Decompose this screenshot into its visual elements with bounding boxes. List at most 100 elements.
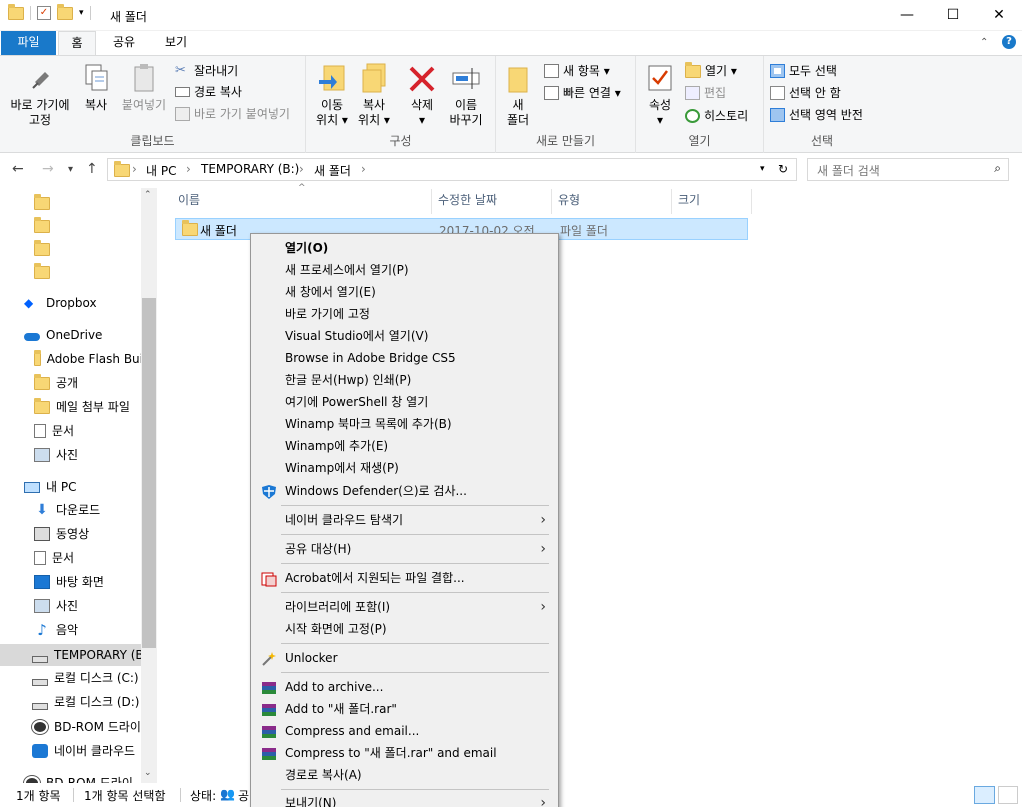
paste-shortcut-button[interactable]: 바로 가기 붙여넣기 [175,104,290,124]
menu-open-new-window[interactable]: 새 창에서 열기(E) [253,281,556,303]
menu-acrobat-combine[interactable]: Acrobat에서 지원되는 파일 결합... [253,567,556,589]
menu-open-new-process[interactable]: 새 프로세스에서 열기(P) [253,259,556,281]
menu-pin-quick-access[interactable]: 바로 가기에 고정 [253,303,556,325]
breadcrumb-this-pc[interactable]: 내 PC [146,162,176,179]
nav-onedrive-item[interactable]: 문서 [0,420,143,442]
tab-share[interactable]: 공유 [104,31,144,55]
breadcrumb-folder[interactable]: 새 폴더 [314,162,351,179]
menu-open-visual-studio[interactable]: Visual Studio에서 열기(V) [253,325,556,347]
invert-selection-button[interactable]: 선택 영역 반전 [770,105,863,125]
nav-dropbox[interactable]: ◆ Dropbox [0,292,143,314]
menu-include-library[interactable]: 라이브러리에 포함(I) › [253,596,556,618]
details-view-icon[interactable] [974,786,995,804]
menu-hwp-print[interactable]: 한글 문서(Hwp) 인쇄(P) [253,369,556,391]
nav-pc-item[interactable]: 로컬 디스크 (C:) [0,667,143,689]
nav-pc-item[interactable]: BD-ROM 드라이 [0,716,143,738]
move-to-button[interactable]: 이동 위치 ▾ [314,62,350,128]
menu-windows-defender[interactable]: Windows Defender(으)로 검사... [253,480,556,502]
search-icon[interactable]: ⌕ [994,161,1001,176]
properties-button[interactable]: 속성 ▾ [642,62,678,128]
menu-copy-as-path[interactable]: 경로로 복사(A) [253,764,556,786]
nav-pc-item[interactable]: 문서 [0,547,143,569]
open-button[interactable]: 열기 ▾ [685,61,737,81]
nav-pc-item[interactable]: 동영상 [0,523,143,545]
menu-winamp-bookmark[interactable]: Winamp 북마크 목록에 추가(B) [253,413,556,435]
nav-pc-item[interactable]: ⬇ 다운로드 [0,499,143,521]
address-bar[interactable]: › 내 PC › TEMPORARY (B:) › 새 폴더 › ▾ ↻ [107,158,797,181]
menu-winamp-play[interactable]: Winamp에서 재생(P) [253,457,556,479]
customize-qat-icon[interactable]: ▾ [79,8,84,18]
back-button[interactable]: ← [12,161,24,177]
select-all-button[interactable]: 모두 선택 [770,61,837,81]
nav-pc-item[interactable]: BD-ROM 드라이 [0,772,143,783]
menu-open[interactable]: 열기(O) [253,237,556,259]
refresh-icon[interactable]: ↻ [778,162,788,176]
menu-share-with[interactable]: 공유 대상(H) › [253,538,556,560]
search-input[interactable]: 새 폴더 검색 ⌕ [807,158,1009,181]
up-button[interactable]: ↑ [86,161,98,177]
large-icons-view-icon[interactable] [998,786,1018,804]
menu-naver-cloud[interactable]: 네이버 클라우드 탐색기 › [253,509,556,531]
copy-path-button[interactable]: 경로 복사 [175,82,242,102]
menu-add-archive[interactable]: Add to archive... [253,676,556,698]
nav-quick-folder[interactable] [0,215,143,237]
column-header-size[interactable]: 크기 [672,189,752,214]
scroll-down-arrow-icon[interactable]: ⌄ [144,768,152,778]
copy-button[interactable]: 복사 [78,62,114,113]
nav-onedrive-item[interactable]: 사진 [0,444,143,466]
collapse-ribbon-icon[interactable]: ⌃ [980,37,988,48]
cut-button[interactable]: ✂ 잘라내기 [175,61,238,81]
close-button[interactable]: ✕ [976,0,1022,30]
menu-pin-start[interactable]: 시작 화면에 고정(P) [253,618,556,640]
scroll-up-arrow-icon[interactable]: ⌃ [144,190,152,200]
properties-check-icon[interactable]: ✓ [37,6,51,20]
menu-unlocker[interactable]: Unlocker [253,647,556,669]
nav-this-pc[interactable]: 내 PC [0,476,143,498]
nav-scrollbar-thumb[interactable] [142,298,156,648]
select-none-button[interactable]: 선택 안 함 [770,83,841,103]
nav-onedrive-item[interactable]: 공개 [0,372,143,394]
delete-button[interactable]: 삭제 ▾ [404,62,440,128]
menu-compress-rar-email[interactable]: Compress to "새 폴더.rar" and email [253,742,556,764]
nav-quick-folder[interactable] [0,192,143,214]
new-item-button[interactable]: 새 항목 ▾ [544,61,610,81]
nav-onedrive[interactable]: OneDrive [0,324,143,346]
new-folder-icon[interactable] [57,3,73,20]
nav-pc-item[interactable]: ♪ 음악 [0,619,143,641]
nav-quick-folder[interactable] [0,261,143,283]
new-folder-button[interactable]: 새 폴더 [502,62,534,128]
help-icon[interactable]: ? [1002,35,1016,49]
menu-add-rar[interactable]: Add to "새 폴더.rar" [253,698,556,720]
menu-winamp-add[interactable]: Winamp에 추가(E) [253,435,556,457]
nav-pc-item[interactable]: 사진 [0,595,143,617]
copy-to-button[interactable]: 복사 위치 ▾ [354,62,394,128]
nav-pc-item[interactable]: 네이버 클라우드 [0,740,143,762]
menu-send-to[interactable]: 보내기(N) › [253,792,556,807]
tab-file[interactable]: 파일 [1,31,56,55]
maximize-button[interactable]: ☐ [930,0,976,30]
nav-onedrive-item[interactable]: 메일 첨부 파일 [0,396,143,418]
paste-button[interactable]: 붙여넣기 [118,62,170,113]
address-dropdown-icon[interactable]: ▾ [760,164,765,174]
forward-button[interactable]: → [42,161,54,177]
recent-locations-icon[interactable]: ▾ [68,164,73,175]
easy-access-button[interactable]: 빠른 연결 ▾ [544,83,621,103]
nav-pc-item[interactable]: 바탕 화면 [0,571,143,593]
minimize-button[interactable]: — [884,0,930,30]
menu-adobe-bridge[interactable]: Browse in Adobe Bridge CS5 [253,347,556,369]
breadcrumb-drive[interactable]: TEMPORARY (B:) [201,162,299,176]
column-header-type[interactable]: 유형 [552,189,672,214]
tab-view[interactable]: 보기 [156,31,196,55]
menu-compress-email[interactable]: Compress and email... [253,720,556,742]
nav-onedrive-item[interactable]: Adobe Flash Bui [0,348,143,370]
nav-pc-item-selected[interactable]: TEMPORARY (B: [0,644,143,666]
pin-to-quick-access-button[interactable]: 바로 가기에 고정 [4,62,76,128]
tab-home[interactable]: 홈 [58,31,96,56]
menu-powershell[interactable]: 여기에 PowerShell 창 열기 [253,391,556,413]
nav-quick-folder[interactable] [0,238,143,260]
rename-button[interactable]: 이름 바꾸기 [444,62,488,128]
column-header-name[interactable]: 이름 [172,189,432,214]
column-header-modified[interactable]: 수정한 날짜 [432,189,552,214]
edit-button[interactable]: 편집 [685,83,726,103]
nav-pc-item[interactable]: 로컬 디스크 (D:) [0,691,143,713]
